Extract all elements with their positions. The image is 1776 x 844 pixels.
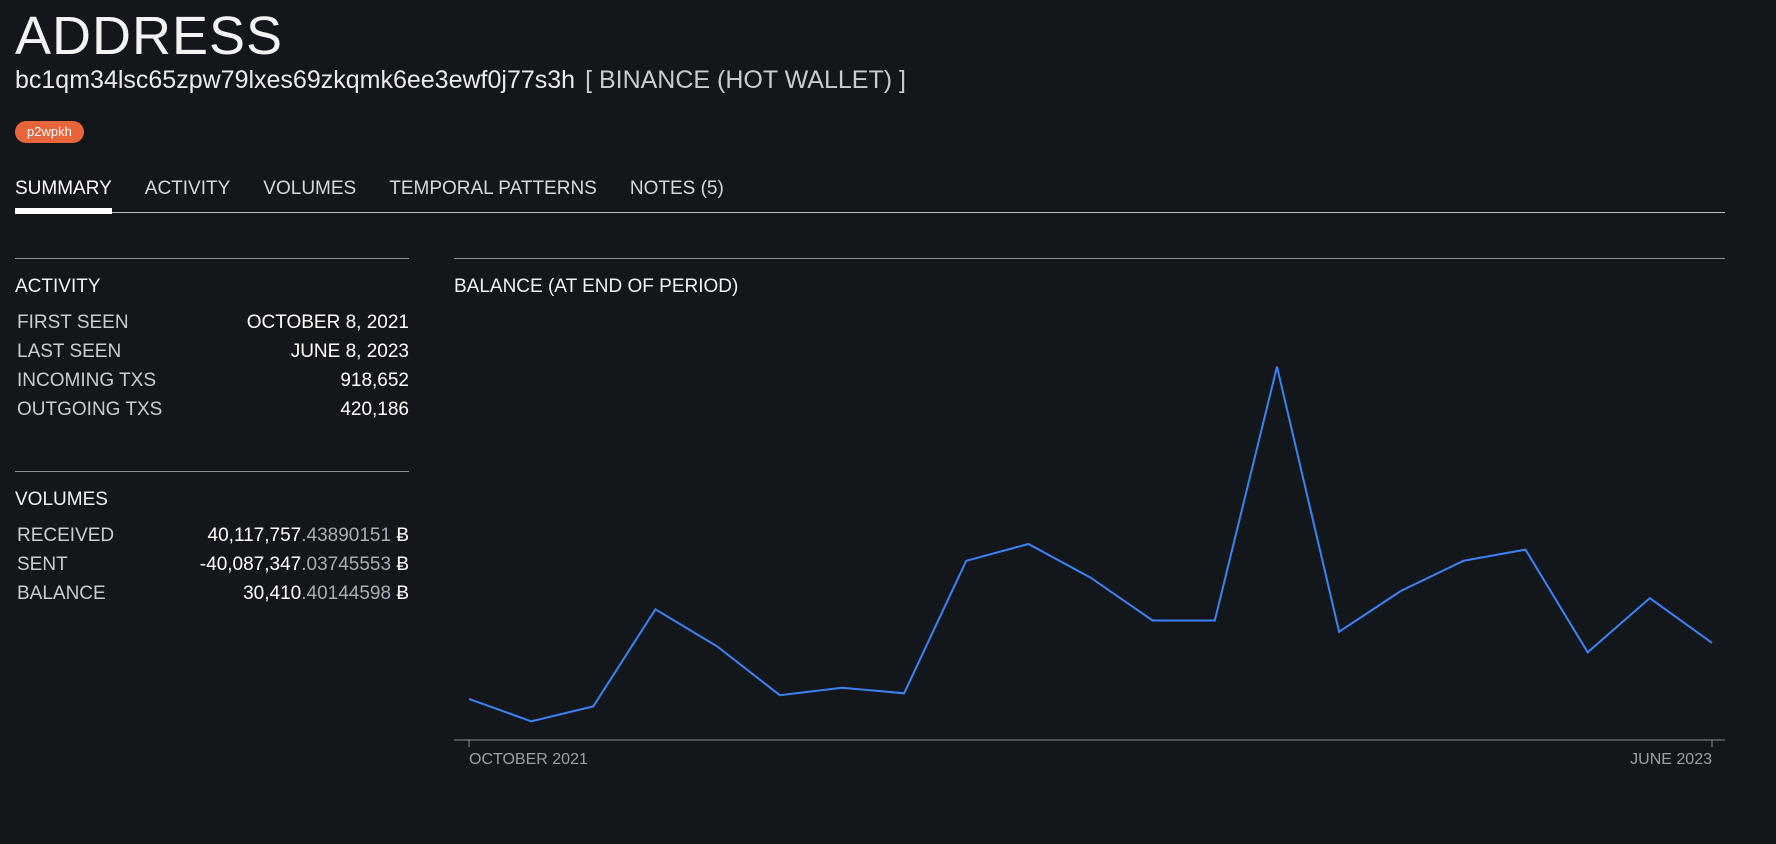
sent-int: -40,087,347 bbox=[199, 553, 302, 575]
data-point[interactable] bbox=[1085, 572, 1097, 584]
received-value: 40,117,757.43890151 Ƀ bbox=[208, 525, 409, 547]
first-seen-row: FIRST SEEN OCTOBER 8, 2021 bbox=[15, 308, 409, 337]
balance-chart-panel: BALANCE (AT END OF PERIOD) OCTOBER 2021 J… bbox=[454, 258, 1725, 768]
data-point[interactable] bbox=[525, 715, 537, 727]
data-point[interactable] bbox=[712, 641, 724, 653]
x-tick-label: JUNE 2023 bbox=[1630, 751, 1712, 768]
volumes-panel: VOLUMES RECEIVED 40,117,757.43890151 Ƀ S… bbox=[15, 471, 409, 608]
btc-unit: Ƀ bbox=[391, 553, 409, 575]
tab-summary[interactable]: SUMMARY bbox=[15, 176, 112, 214]
address-type-badge: p2wpkh bbox=[15, 121, 84, 143]
address-line: bc1qm34lsc65zpw79lxes69zkqmk6ee3ewf0j77s… bbox=[15, 66, 906, 95]
chart-title: BALANCE (AT END OF PERIOD) bbox=[454, 276, 739, 297]
balance-int: 30,410 bbox=[243, 582, 302, 604]
last-seen-label: LAST SEEN bbox=[17, 340, 122, 362]
data-point[interactable] bbox=[1209, 615, 1221, 627]
tab-notes[interactable]: NOTES (5) bbox=[630, 176, 724, 212]
tab-bar: SUMMARY ACTIVITY VOLUMES TEMPORAL PATTER… bbox=[15, 176, 1725, 214]
tab-activity[interactable]: ACTIVITY bbox=[145, 176, 231, 212]
last-seen-row: LAST SEEN JUNE 8, 2023 bbox=[15, 337, 409, 366]
received-row: RECEIVED 40,117,757.43890151 Ƀ bbox=[15, 521, 409, 550]
divider bbox=[15, 471, 409, 472]
data-point[interactable] bbox=[774, 689, 786, 701]
data-point[interactable] bbox=[649, 603, 661, 615]
tab-temporal-patterns[interactable]: TEMPORAL PATTERNS bbox=[389, 176, 597, 212]
data-point[interactable] bbox=[1395, 585, 1407, 597]
data-point[interactable] bbox=[1271, 361, 1283, 373]
activity-title: ACTIVITY bbox=[15, 276, 101, 297]
x-tick-label: OCTOBER 2021 bbox=[469, 751, 588, 768]
data-point[interactable] bbox=[960, 555, 972, 567]
balance-value: 30,410.40144598 Ƀ bbox=[243, 583, 409, 605]
outgoing-txs-value: 420,186 bbox=[340, 398, 409, 420]
balance-label: BALANCE bbox=[17, 582, 106, 604]
activity-panel: ACTIVITY FIRST SEEN OCTOBER 8, 2021 LAST… bbox=[15, 258, 409, 424]
sent-value: -40,087,347.03745553 Ƀ bbox=[200, 554, 409, 576]
btc-unit: Ƀ bbox=[391, 524, 409, 546]
received-int: 40,117,757 bbox=[207, 524, 302, 546]
page-title: ADDRESS bbox=[15, 6, 284, 66]
data-point[interactable] bbox=[1706, 637, 1718, 649]
data-point[interactable] bbox=[1520, 544, 1532, 556]
data-point[interactable] bbox=[1644, 592, 1656, 604]
address-hash[interactable]: bc1qm34lsc65zpw79lxes69zkqmk6ee3ewf0j77s… bbox=[15, 66, 575, 94]
btc-unit: Ƀ bbox=[391, 582, 409, 604]
data-point[interactable] bbox=[1582, 646, 1594, 658]
outgoing-txs-row: OUTGOING TXS 420,186 bbox=[15, 395, 409, 424]
first-seen-label: FIRST SEEN bbox=[17, 311, 129, 333]
sent-label: SENT bbox=[17, 553, 68, 575]
sent-dec: .03745553 bbox=[301, 553, 392, 575]
first-seen-value: OCTOBER 8, 2021 bbox=[246, 311, 409, 333]
received-dec: .43890151 bbox=[301, 524, 392, 546]
last-seen-value: JUNE 8, 2023 bbox=[290, 340, 409, 362]
balance-dec: .40144598 bbox=[301, 582, 392, 604]
page: ADDRESS bc1qm34lsc65zpw79lxes69zkqmk6ee3… bbox=[0, 0, 1776, 844]
sent-row: SENT -40,087,347.03745553 Ƀ bbox=[15, 550, 409, 579]
balance-chart: OCTOBER 2021 JUNE 2023 bbox=[454, 361, 1725, 768]
outgoing-txs-label: OUTGOING TXS bbox=[17, 398, 163, 420]
data-point[interactable] bbox=[587, 700, 599, 712]
divider bbox=[15, 258, 409, 259]
volumes-title: VOLUMES bbox=[15, 489, 108, 510]
incoming-txs-label: INCOMING TXS bbox=[17, 369, 156, 391]
owner-label: [ BINANCE (HOT WALLET) ] bbox=[585, 66, 906, 94]
data-point[interactable] bbox=[1333, 626, 1345, 638]
balance-row: BALANCE 30,410.40144598 Ƀ bbox=[15, 579, 409, 608]
data-point[interactable] bbox=[463, 693, 475, 705]
data-point[interactable] bbox=[1147, 615, 1159, 627]
incoming-txs-row: INCOMING TXS 918,652 bbox=[15, 366, 409, 395]
tab-volumes[interactable]: VOLUMES bbox=[263, 176, 356, 212]
received-label: RECEIVED bbox=[17, 524, 115, 546]
data-point[interactable] bbox=[836, 682, 848, 694]
data-point[interactable] bbox=[1022, 538, 1034, 550]
data-point[interactable] bbox=[898, 687, 910, 699]
divider bbox=[454, 258, 1725, 259]
data-point[interactable] bbox=[1457, 555, 1469, 567]
incoming-txs-value: 918,652 bbox=[340, 369, 409, 391]
